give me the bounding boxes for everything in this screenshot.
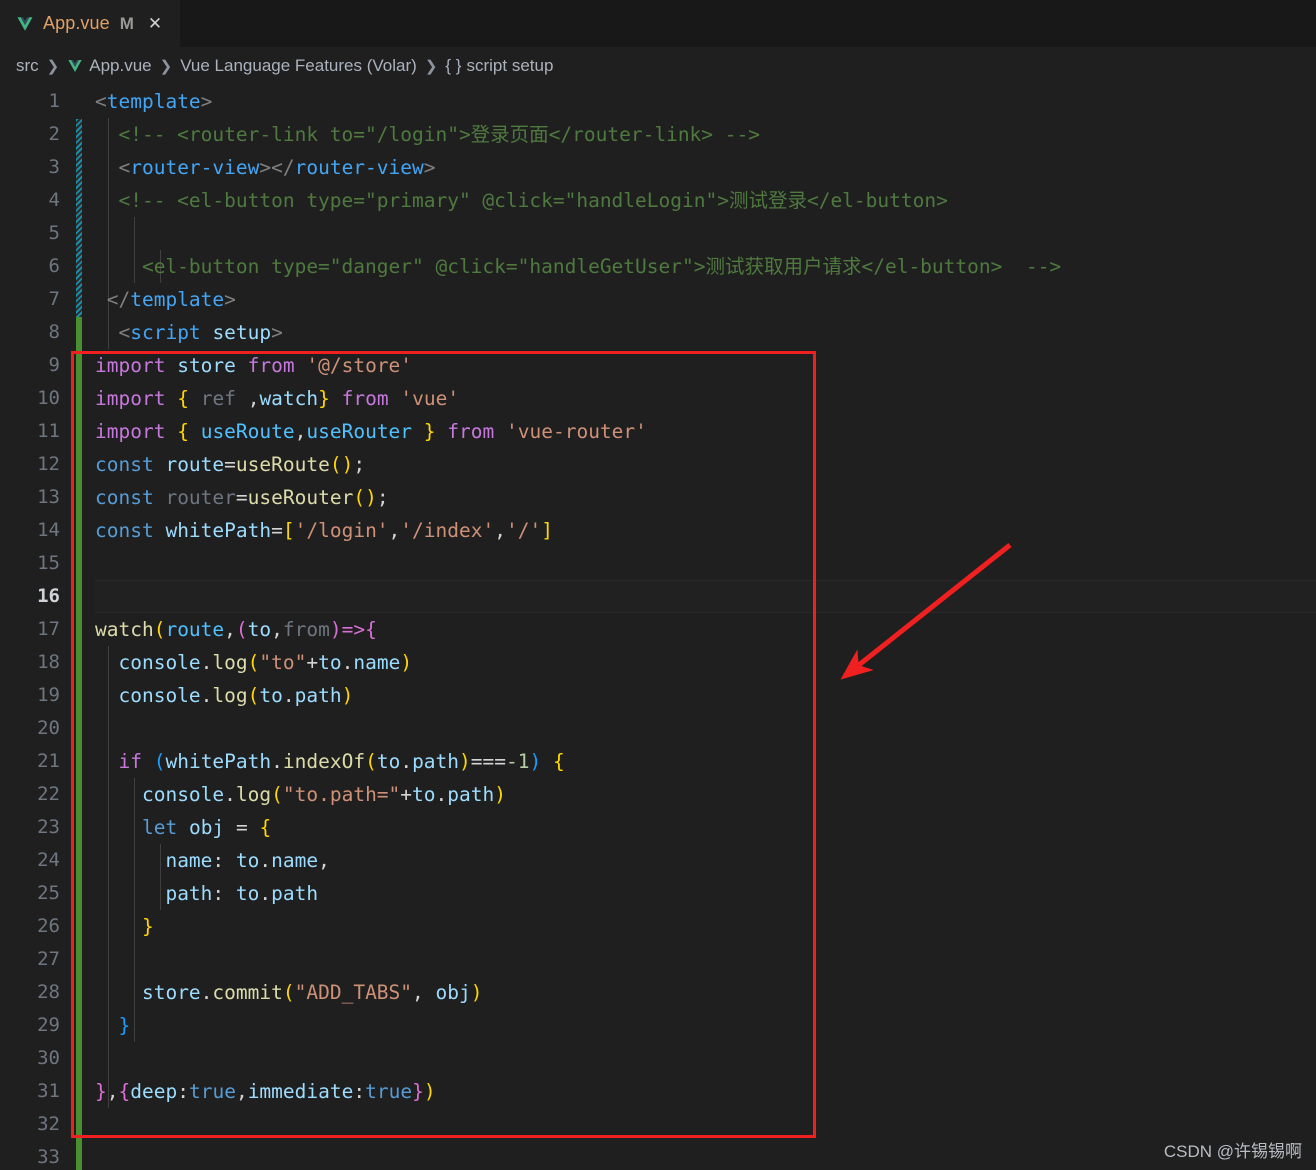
line-number: 4: [48, 189, 60, 211]
line-number: 17: [37, 618, 60, 640]
chevron-right-icon: ❯: [424, 58, 438, 75]
line-number: 14: [37, 519, 60, 541]
line-number: 19: [37, 684, 60, 706]
code-line: store.commit("ADD_TABS", obj): [141, 981, 483, 1004]
breadcrumb-label: Vue Language Features (Volar): [180, 56, 417, 75]
code-line: },{deep:true,immediate:true}): [95, 1080, 436, 1103]
code-line: <!-- <el-button type="primary" @click="h…: [95, 189, 948, 212]
gutter-added-marker: [76, 317, 82, 1170]
code-line: const whitePath=['/login','/index','/']: [95, 519, 553, 542]
tab-filename: App.vue: [43, 13, 110, 33]
vscode-window: App.vue M ✕ src ❯ App.vue ❯ Vue Language…: [0, 0, 1316, 1170]
code-line: import { ref ,watch} from 'vue': [95, 387, 460, 410]
code-line: let obj = {: [141, 816, 272, 839]
code-line: </template>: [106, 288, 236, 311]
line-number: 7: [48, 288, 60, 310]
line-number: 11: [37, 420, 60, 442]
chevron-right-icon: ❯: [46, 58, 60, 75]
code-line: console.log(to.path): [118, 684, 354, 707]
line-number: 22: [37, 783, 60, 805]
code-line: path: to.path: [165, 882, 319, 905]
line-number: 26: [37, 915, 60, 937]
code-line: <router-view></router-view>: [118, 156, 436, 179]
editor-tab-bar: App.vue M ✕: [0, 0, 1316, 47]
code-line: watch(route,(to,from)=>{: [95, 618, 377, 641]
line-number: 12: [37, 453, 60, 475]
line-number: 27: [37, 948, 60, 970]
line-number: 8: [48, 321, 60, 343]
breadcrumb-label: App.vue: [89, 56, 152, 75]
code-content[interactable]: <template> <!-- <router-link to="/login"…: [95, 85, 1316, 1170]
code-line: name: to.name,: [165, 849, 330, 872]
breadcrumb-label: script setup: [466, 56, 554, 75]
code-line: <!-- <router-link to="/login">登录页面</rout…: [95, 123, 760, 146]
line-number: 10: [37, 387, 60, 409]
vue-logo-icon: [16, 15, 34, 33]
line-number: 31: [37, 1080, 60, 1102]
close-icon[interactable]: ✕: [148, 15, 162, 32]
watermark: CSDN @许锡锡啊: [1163, 1142, 1302, 1161]
line-number: 5: [48, 222, 60, 244]
line-number: 18: [37, 651, 60, 673]
line-number: 3: [48, 156, 60, 178]
code-line: <el-button type="danger" @click="handleG…: [95, 255, 1062, 278]
line-number-current: 16: [37, 585, 60, 607]
vue-logo-icon: [67, 58, 83, 74]
line-number: 6: [48, 255, 60, 277]
code-editor[interactable]: 1 2 3 4 5 6 7 8 9 10 11 12 13 14 15 16 1…: [0, 85, 1316, 1170]
breadcrumb-item-src[interactable]: src: [16, 56, 39, 76]
line-number: 28: [37, 981, 60, 1003]
code-line: <template>: [95, 90, 213, 113]
chevron-right-icon: ❯: [159, 58, 173, 75]
code-line: import { useRoute,useRouter } from 'vue-…: [95, 420, 647, 443]
line-number: 2: [48, 123, 60, 145]
line-number: 13: [37, 486, 60, 508]
breadcrumb-item-app-vue[interactable]: App.vue: [67, 56, 152, 76]
code-line: const route=useRoute();: [95, 453, 366, 476]
code-line: }: [141, 915, 154, 938]
line-number: 25: [37, 882, 60, 904]
line-number: 23: [37, 816, 60, 838]
breadcrumb-item-script-setup[interactable]: { } script setup: [445, 56, 553, 76]
gutter-modified-marker: [76, 119, 82, 317]
line-number: 21: [37, 750, 60, 772]
line-number-gutter: 1 2 3 4 5 6 7 8 9 10 11 12 13 14 15 16 1…: [0, 85, 72, 1170]
line-number: 20: [37, 717, 60, 739]
line-number: 9: [48, 354, 60, 376]
breadcrumb-label: src: [16, 56, 39, 75]
line-number: 1: [48, 90, 60, 112]
code-line: }: [118, 1014, 131, 1037]
code-line: console.log("to.path="+to.path): [141, 783, 506, 806]
code-line: import store from '@/store': [95, 354, 413, 377]
line-number: 24: [37, 849, 60, 871]
tab-dirty-indicator: M: [119, 13, 134, 33]
line-number: 33: [37, 1146, 60, 1168]
line-number: 30: [37, 1047, 60, 1069]
breadcrumb-item-volar[interactable]: Vue Language Features (Volar): [180, 56, 417, 76]
code-line: console.log("to"+to.name): [118, 651, 413, 674]
code-line: const router=useRouter();: [95, 486, 389, 509]
code-line: <script setup>: [118, 321, 283, 344]
tab-app-vue[interactable]: App.vue M ✕: [0, 0, 180, 47]
braces-icon: { }: [445, 56, 462, 75]
line-number: 32: [37, 1113, 60, 1135]
line-number: 15: [37, 552, 60, 574]
breadcrumb: src ❯ App.vue ❯ Vue Language Features (V…: [0, 47, 1316, 85]
line-number: 29: [37, 1014, 60, 1036]
code-line: if (whitePath.indexOf(to.path)===-1) {: [118, 750, 565, 773]
